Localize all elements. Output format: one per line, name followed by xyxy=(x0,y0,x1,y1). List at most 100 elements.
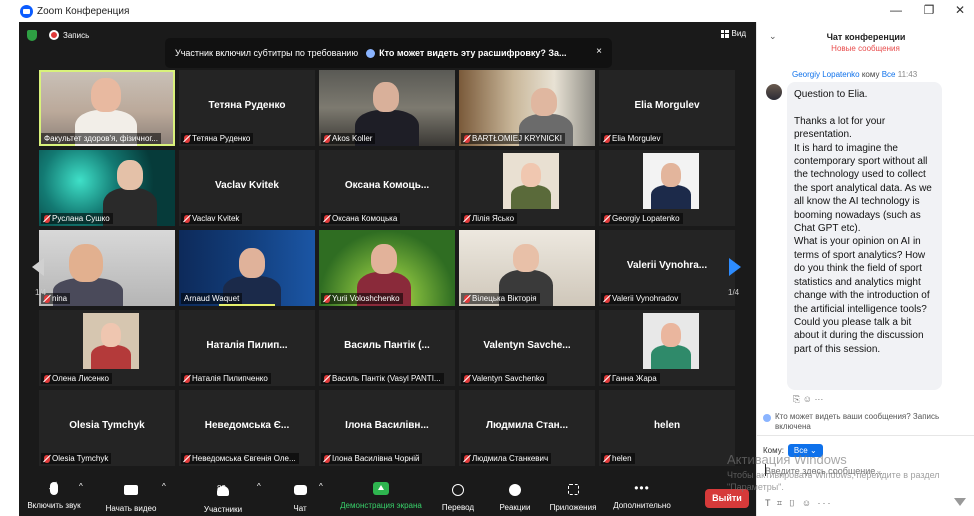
avatar xyxy=(766,84,782,100)
participant-name-label: Ганна Жара xyxy=(601,373,660,384)
next-page-arrow-icon[interactable] xyxy=(729,258,741,276)
profile-picture xyxy=(83,313,139,369)
chat-title: Чат конференции xyxy=(826,32,906,42)
participant-tile[interactable]: Arnaud Waquet xyxy=(179,230,315,306)
restore-button[interactable]: ❐ xyxy=(919,3,939,17)
meeting-status: Запись xyxy=(19,22,89,48)
reactions-button[interactable]: Реакции xyxy=(493,482,537,512)
close-banner-button[interactable]: × xyxy=(596,46,602,57)
view-button[interactable]: Вид xyxy=(720,29,746,38)
participant-tile[interactable]: Оксана Комоць... Оксана Комоцька xyxy=(319,150,455,226)
profile-picture xyxy=(643,153,699,209)
participant-name: Ганна Жара xyxy=(612,374,657,383)
people-icon xyxy=(366,48,376,58)
apps-button[interactable]: Приложения xyxy=(545,482,601,512)
participant-tile[interactable]: Наталія Пилип... Наталія Пилипченко xyxy=(179,310,315,386)
participants-button[interactable]: 89 Участники xyxy=(197,482,249,514)
participant-tile[interactable]: Лілія Ясько xyxy=(459,150,595,226)
participant-tile[interactable]: Valentyn Savche... Valentyn Savchenko xyxy=(459,310,595,386)
message-sender[interactable]: Georgiy Lopatenko xyxy=(792,70,860,79)
start-video-button[interactable]: Начать видео xyxy=(101,482,161,513)
participant-tile[interactable]: Вілецька Вікторія xyxy=(459,230,595,306)
who-can-see-messages[interactable]: Кто может видеть ваши сообщения? Запись … xyxy=(763,412,971,432)
mic-muted-icon xyxy=(184,374,190,383)
chat-label: Чат xyxy=(293,504,307,513)
translate-button[interactable]: Перевод xyxy=(437,482,479,512)
participant-tile[interactable]: Valerii Vynohra... Valerii Vynohradov xyxy=(599,230,735,306)
chat-button[interactable]: Чат xyxy=(287,482,313,513)
more-actions-icon[interactable]: ··· xyxy=(814,394,823,404)
mic-muted-icon xyxy=(604,214,610,223)
file-icon[interactable]: ▯ xyxy=(788,498,797,508)
participant-tile[interactable]: Тетяна Руденко Тетяна Руденко xyxy=(179,70,315,146)
more-button[interactable]: ••• Дополнительно xyxy=(609,482,675,510)
close-window-button[interactable]: ✕ xyxy=(950,3,970,17)
emoji-icon[interactable]: ☺ xyxy=(802,498,813,508)
participant-tile[interactable]: Vaclav Kvitek Vaclav Kvitek xyxy=(179,150,315,226)
people-icon xyxy=(763,414,771,422)
participant-tile[interactable]: Факультет здоров'я, фізичног... xyxy=(39,70,175,146)
participant-tile[interactable]: Ілона Василівн... Ілона Василівна Чорній xyxy=(319,390,455,466)
emoji-reaction-icon[interactable]: ☺ xyxy=(803,394,812,404)
participant-tile[interactable]: Людмила Стан... Людмила Станкевич xyxy=(459,390,595,466)
who-can-see-text: Кто может видеть ваши сообщения? Запись … xyxy=(775,412,940,431)
participant-tile[interactable]: helen helen xyxy=(599,390,735,466)
participant-tile[interactable]: Олена Лисенко xyxy=(39,310,175,386)
apps-label: Приложения xyxy=(549,503,597,512)
participant-name: Valerii Vynohradov xyxy=(612,294,679,303)
participant-body xyxy=(91,345,131,369)
participant-tile[interactable]: Akos Koller xyxy=(319,70,455,146)
send-icon[interactable] xyxy=(954,498,966,506)
format-icon[interactable]: T xyxy=(765,498,772,508)
reply-icon[interactable]: ⎘ xyxy=(793,394,800,404)
participant-name-label: Василь Пантік (Vasyl PANTI... xyxy=(321,373,444,384)
share-screen-button[interactable]: Демонстрация экрана xyxy=(335,482,427,510)
participant-name-label: helen xyxy=(601,453,635,464)
chat-options-caret[interactable]: ^ xyxy=(319,482,323,491)
participant-tile[interactable]: Olesia Tymchyk Olesia Tymchyk xyxy=(39,390,175,466)
video-options-caret[interactable]: ^ xyxy=(162,482,166,491)
zoom-logo-icon xyxy=(20,4,33,18)
participant-tile[interactable]: Ганна Жара xyxy=(599,310,735,386)
participant-tile[interactable]: Georgiy Lopatenko xyxy=(599,150,735,226)
mic-muted-icon xyxy=(44,374,50,383)
audio-options-caret[interactable]: ^ xyxy=(79,482,83,491)
who-can-see-transcript-link[interactable]: Кто может видеть эту расшифровку? За... xyxy=(379,48,566,58)
participant-name: Olesia Tymchyk xyxy=(52,454,109,463)
unmute-button[interactable]: Включить звук xyxy=(24,482,84,510)
participant-name: Arnaud Waquet xyxy=(184,294,240,303)
reactions-label: Реакции xyxy=(499,503,531,512)
message-recipient: Все xyxy=(881,70,896,79)
security-shield-icon[interactable] xyxy=(27,29,37,41)
grid-view-icon xyxy=(720,29,729,38)
caption-banner: Участник включил субтитры по требованию … xyxy=(165,38,612,68)
participants-count: 89 xyxy=(217,484,226,493)
participant-tile[interactable]: Василь Пантік (... Василь Пантік (Vasyl P… xyxy=(319,310,455,386)
participant-name: Неведомська Євгенія Оле... xyxy=(192,454,296,463)
participant-body xyxy=(511,185,551,209)
participant-name: Valentyn Savchenko xyxy=(472,374,545,383)
mic-muted-icon xyxy=(464,454,470,463)
participant-tile[interactable]: Yurii Voloshchenko xyxy=(319,230,455,306)
participant-name: Ілона Василівна Чорній xyxy=(332,454,420,463)
new-messages-indicator[interactable]: Новые сообщения xyxy=(757,44,974,53)
participant-tile[interactable]: Неведомська Є... Неведомська Євгенія Оле.… xyxy=(179,390,315,466)
chat-tools: T ⌗ ▯ ☺ ··· xyxy=(765,498,833,509)
participant-name: Людмила Станкевич xyxy=(472,454,549,463)
prev-page-arrow-icon[interactable] xyxy=(32,258,44,276)
more-label: Дополнительно xyxy=(613,501,671,510)
participant-tile[interactable]: nina xyxy=(39,230,175,306)
more-tools-icon[interactable]: ··· xyxy=(818,498,833,508)
participant-tile[interactable]: Elia Morgulev Elia Morgulev xyxy=(599,70,735,146)
participant-name: Vaclav Kvitek xyxy=(192,214,240,223)
minimize-button[interactable]: — xyxy=(886,3,906,17)
screenshot-icon[interactable]: ⌗ xyxy=(777,498,784,508)
participant-name: Yurii Voloshchenko xyxy=(332,294,400,303)
participants-options-caret[interactable]: ^ xyxy=(257,482,261,491)
participant-name: Оксана Комоцька xyxy=(332,214,398,223)
participant-name: Лілія Ясько xyxy=(472,214,515,223)
participant-tile[interactable]: Руслана Сушко xyxy=(39,150,175,226)
share-screen-icon xyxy=(335,482,427,498)
participant-tile[interactable]: BARTŁOMIEJ KRYNICKI xyxy=(459,70,595,146)
mic-muted-icon xyxy=(464,134,470,143)
